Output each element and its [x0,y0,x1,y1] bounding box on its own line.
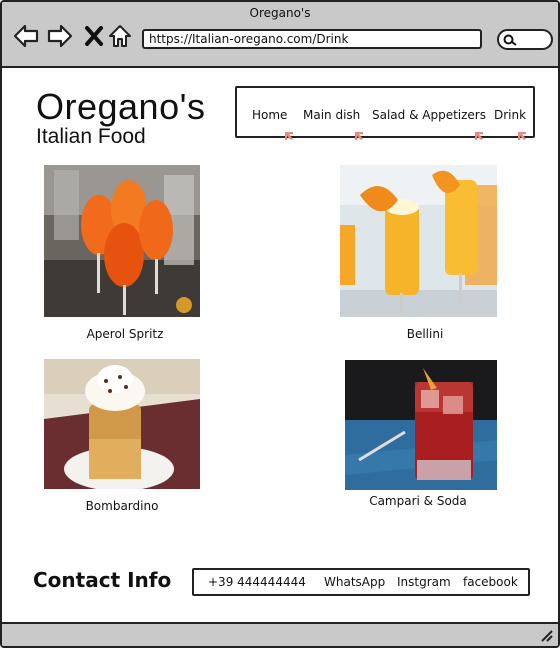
site-subtitle: Italian Food [36,125,146,148]
browser-toolbar: Oregano's https://Italian-oregano.com/Dr… [2,2,558,68]
nav-drink[interactable]: Drink [494,108,526,122]
resize-grip-icon[interactable] [540,630,554,642]
bombardino-image[interactable] [44,359,200,489]
address-bar[interactable]: https://Italian-oregano.com/Drink [142,29,482,49]
aperol-spritz-image[interactable] [44,165,200,317]
drink-caption: Aperol Spritz [86,327,164,341]
link-arrow-icon [284,126,294,140]
link-arrow-icon [517,126,527,140]
contact-heading: Contact Info [33,568,172,592]
campari-soda-image[interactable] [345,360,497,490]
nav-home[interactable]: Home [252,108,287,122]
home-icon[interactable] [106,22,134,50]
link-arrow-icon [474,126,484,140]
contact-links: +39 444444444 WhatsApp Instgram facebook [192,568,530,596]
bellini-image[interactable] [340,165,497,317]
search-icon [503,34,517,46]
main-nav: Home Main dish Salad & Appetizers Drink [235,86,535,140]
facebook-link[interactable]: facebook [463,575,518,589]
link-arrow-icon [354,126,364,140]
site-title: Oregano's [36,86,206,127]
status-bar [2,622,558,646]
drink-caption: Bellini [406,327,444,341]
nav-main-dish[interactable]: Main dish [303,108,360,122]
window-title: Oregano's [249,6,311,20]
close-x-icon[interactable] [80,22,108,50]
drink-caption: Bombardino [85,499,159,513]
back-arrow-icon[interactable] [12,22,40,50]
search-box[interactable] [497,29,553,50]
browser-window: Oregano's https://Italian-oregano.com/Dr… [0,0,560,648]
nav-salad-appetizers[interactable]: Salad & Appetizers [372,108,486,122]
forward-arrow-icon[interactable] [46,22,74,50]
drink-caption: Campari & Soda [369,494,467,508]
instagram-link[interactable]: Instgram [397,575,451,589]
phone-number[interactable]: +39 444444444 [208,575,306,589]
whatsapp-link[interactable]: WhatsApp [324,575,385,589]
